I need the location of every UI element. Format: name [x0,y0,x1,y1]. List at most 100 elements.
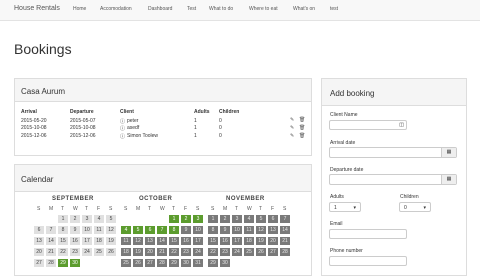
calendar-day[interactable]: 27 [34,259,44,267]
calendar-day[interactable]: 8 [208,226,218,234]
calendar-day[interactable]: 7 [280,215,290,223]
calendar-day[interactable]: 6 [145,226,155,234]
calendar-day[interactable]: 29 [208,259,218,267]
calendar-day[interactable]: 30 [181,259,191,267]
calendar-day[interactable]: 11 [244,226,254,234]
edit-icon[interactable]: ✎ [290,117,294,123]
calendar-day[interactable]: 19 [106,237,116,245]
calendar-day[interactable]: 10 [82,226,92,234]
info-icon[interactable]: ⓘ [120,125,125,132]
calendar-day[interactable]: 21 [157,248,167,256]
client-name-field[interactable]: ◫ [329,120,407,130]
info-icon[interactable]: ⓘ [120,118,125,125]
calendar-day[interactable]: 26 [106,248,116,256]
arrival-date-field[interactable]: ▦ [329,147,457,158]
departure-date-field[interactable]: ▦ [329,174,457,185]
children-select[interactable]: 0 ▾ [399,202,431,212]
calendar-day[interactable]: 13 [268,226,278,234]
calendar-day[interactable]: 8 [169,226,179,234]
calendar-day[interactable]: 24 [82,248,92,256]
calendar-day[interactable]: 26 [256,248,266,256]
calendar-icon[interactable]: ▦ [441,175,456,184]
calendar-day[interactable]: 3 [193,215,203,223]
calendar-day[interactable]: 4 [121,226,131,234]
calendar-day[interactable]: 17 [82,237,92,245]
calendar-day[interactable]: 30 [70,259,80,267]
calendar-day[interactable]: 19 [256,237,266,245]
calendar-day[interactable]: 9 [181,226,191,234]
calendar-day[interactable]: 21 [280,237,290,245]
calendar-day[interactable]: 1 [208,215,218,223]
calendar-day[interactable]: 22 [58,248,68,256]
adults-select[interactable]: 1 ▾ [329,202,361,212]
calendar-day[interactable]: 4 [244,215,254,223]
nav-item-accomodation[interactable]: Accomodation [100,6,132,12]
calendar-day[interactable]: 10 [193,226,203,234]
email-field[interactable] [329,229,407,239]
calendar-day[interactable]: 23 [70,248,80,256]
calendar-day[interactable]: 9 [220,226,230,234]
calendar-day[interactable]: 27 [145,259,155,267]
calendar-day[interactable]: 28 [157,259,167,267]
calendar-day[interactable]: 20 [145,248,155,256]
calendar-day[interactable]: 24 [193,248,203,256]
calendar-day[interactable]: 28 [280,248,290,256]
calendar-day[interactable]: 22 [208,248,218,256]
calendar-day[interactable]: 17 [193,237,203,245]
calendar-day[interactable]: 14 [46,237,56,245]
calendar-day[interactable]: 20 [34,248,44,256]
calendar-day[interactable]: 5 [133,226,143,234]
calendar-day[interactable]: 8 [58,226,68,234]
calendar-day[interactable]: 29 [58,259,68,267]
calendar-day[interactable]: 11 [121,237,131,245]
calendar-day[interactable]: 12 [133,237,143,245]
calendar-day[interactable]: 21 [46,248,56,256]
calendar-day[interactable]: 4 [94,215,104,223]
nav-item-where-to-eat[interactable]: Where to eat [249,6,278,12]
calendar-day[interactable]: 26 [133,259,143,267]
nav-item-whats-on[interactable]: What's on [293,6,315,12]
nav-item-what-to-do[interactable]: What to do [209,6,233,12]
nav-item-test-2[interactable]: test [330,6,338,12]
calendar-day[interactable]: 6 [34,226,44,234]
trash-icon[interactable]: 🗑 [299,117,305,123]
calendar-day[interactable]: 18 [94,237,104,245]
calendar-day[interactable]: 3 [82,215,92,223]
nav-item-home[interactable]: Home [73,6,86,12]
calendar-day[interactable]: 31 [193,259,203,267]
calendar-day[interactable]: 14 [280,226,290,234]
calendar-day[interactable]: 12 [106,226,116,234]
calendar-day[interactable]: 22 [169,248,179,256]
calendar-day[interactable]: 14 [157,237,167,245]
calendar-day[interactable]: 23 [220,248,230,256]
calendar-day[interactable]: 15 [208,237,218,245]
calendar-day[interactable]: 25 [121,259,131,267]
nav-item-test[interactable]: Test [187,6,196,12]
info-icon[interactable]: ⓘ [120,133,125,140]
calendar-day[interactable]: 20 [268,237,278,245]
calendar-day[interactable]: 25 [244,248,254,256]
calendar-day[interactable]: 29 [169,259,179,267]
trash-icon[interactable]: 🗑 [299,125,305,131]
calendar-day[interactable]: 16 [70,237,80,245]
calendar-day[interactable]: 18 [121,248,131,256]
calendar-day[interactable]: 16 [181,237,191,245]
calendar-day[interactable]: 9 [70,226,80,234]
calendar-day[interactable]: 25 [94,248,104,256]
calendar-day[interactable]: 15 [169,237,179,245]
calendar-day[interactable]: 13 [34,237,44,245]
calendar-day[interactable]: 5 [256,215,266,223]
calendar-day[interactable]: 27 [268,248,278,256]
calendar-day[interactable]: 30 [220,259,230,267]
calendar-day[interactable]: 11 [94,226,104,234]
calendar-day[interactable]: 10 [232,226,242,234]
calendar-day[interactable]: 1 [169,215,179,223]
calendar-day[interactable]: 28 [46,259,56,267]
calendar-icon[interactable]: ▦ [441,148,456,157]
calendar-day[interactable]: 12 [256,226,266,234]
calendar-day[interactable]: 24 [232,248,242,256]
calendar-day[interactable]: 15 [58,237,68,245]
phone-number-field[interactable] [329,256,407,266]
trash-icon[interactable]: 🗑 [299,133,305,139]
calendar-day[interactable]: 2 [181,215,191,223]
